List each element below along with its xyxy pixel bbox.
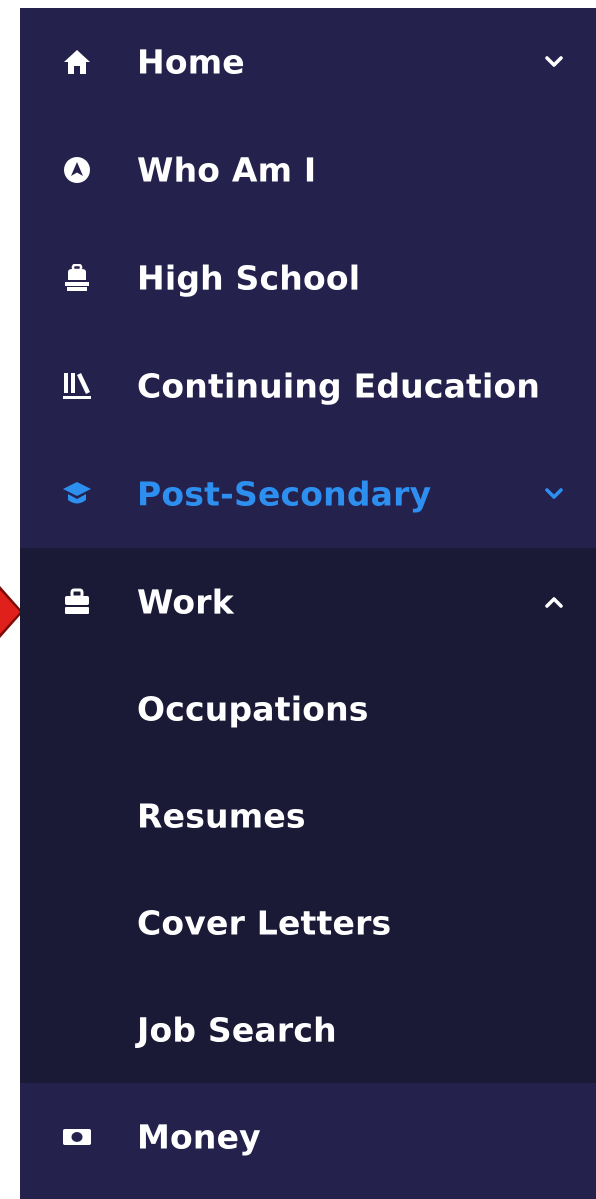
sidebar-item-work[interactable]: Work [20, 548, 596, 655]
sidebar-item-who-am-i[interactable]: Who Am I [20, 116, 596, 224]
sidebar-item-label: Continuing Education [137, 366, 541, 406]
sidebar-item-high-school[interactable]: High School [20, 224, 596, 332]
graduation-cap-icon [62, 479, 92, 509]
library-icon [62, 371, 92, 401]
sidebar-item-home[interactable]: Home [20, 8, 596, 116]
sidebar-item-label: High School [137, 258, 361, 298]
sidebar-item-label: Who Am I [137, 150, 317, 190]
sidebar-item-label: Work [137, 582, 234, 621]
sidebar-item-post-secondary[interactable]: Post-Secondary [20, 440, 596, 548]
sidebar-item-label: Home [137, 42, 245, 82]
submenu-item-label: Occupations [137, 689, 369, 728]
sidebar-item-money[interactable]: Money [20, 1083, 596, 1191]
submenu-item-resumes[interactable]: Resumes [20, 762, 596, 869]
chevron-up-icon[interactable] [544, 592, 564, 612]
chevron-down-icon[interactable] [544, 52, 564, 72]
sidebar-item-label: Post-Secondary [137, 474, 432, 514]
submenu-item-label: Resumes [137, 796, 306, 835]
submenu-item-job-search[interactable]: Job Search [20, 976, 596, 1083]
home-icon [62, 47, 92, 77]
briefcase-icon [62, 587, 92, 617]
sidebar-item-continuing-education[interactable]: Continuing Education [20, 332, 596, 440]
sidebar-nav: Home Who Am I High School Continuing Edu… [20, 8, 596, 1199]
submenu-item-label: Cover Letters [137, 903, 392, 942]
sidebar-item-label: Money [137, 1117, 261, 1157]
pointer-marker [0, 590, 20, 634]
submenu-item-cover-letters[interactable]: Cover Letters [20, 869, 596, 976]
submenu-item-occupations[interactable]: Occupations [20, 655, 596, 762]
backpack-icon [62, 263, 92, 293]
work-section: Work Occupations Resumes Cover Letters J… [20, 548, 596, 1083]
money-icon [62, 1122, 92, 1152]
chevron-down-icon[interactable] [544, 484, 564, 504]
submenu-item-label: Job Search [137, 1010, 337, 1049]
compass-icon [62, 155, 92, 185]
